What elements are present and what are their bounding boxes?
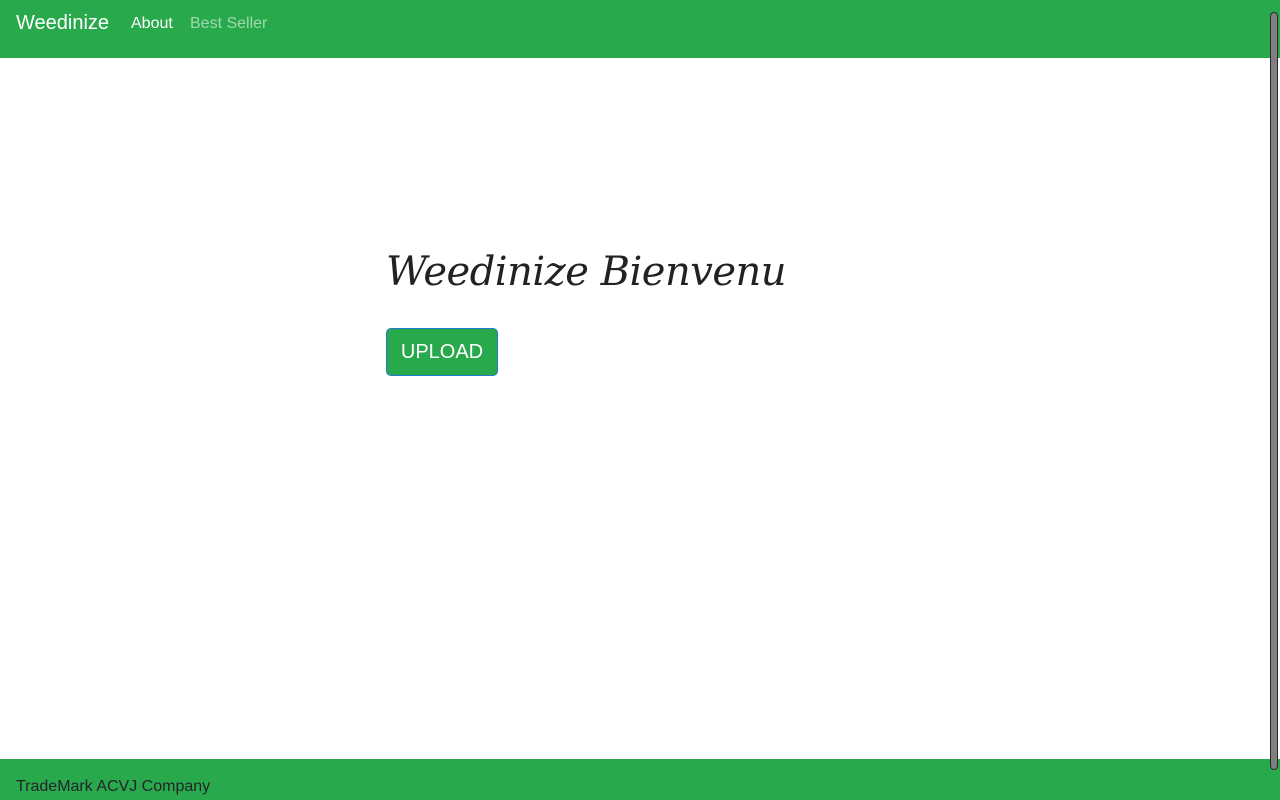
hero-section: Weedinize Bienvenu UPLOAD	[386, 240, 787, 376]
footer-trademark-text: TradeMark ACVJ Company	[16, 778, 211, 795]
scrollbar-thumb[interactable]	[1270, 12, 1278, 770]
vertical-scrollbar[interactable]	[1270, 10, 1280, 772]
top-navbar: Weedinize About Best Seller	[0, 0, 1280, 58]
page-footer: TradeMark ACVJ Company	[0, 759, 1280, 800]
upload-button[interactable]: UPLOAD	[386, 328, 498, 376]
nav-link-best-seller[interactable]: Best Seller	[190, 14, 267, 33]
page-title: Weedinize Bienvenu	[386, 249, 787, 295]
brand-link[interactable]: Weedinize	[16, 11, 109, 35]
nav-link-about[interactable]: About	[131, 14, 173, 33]
